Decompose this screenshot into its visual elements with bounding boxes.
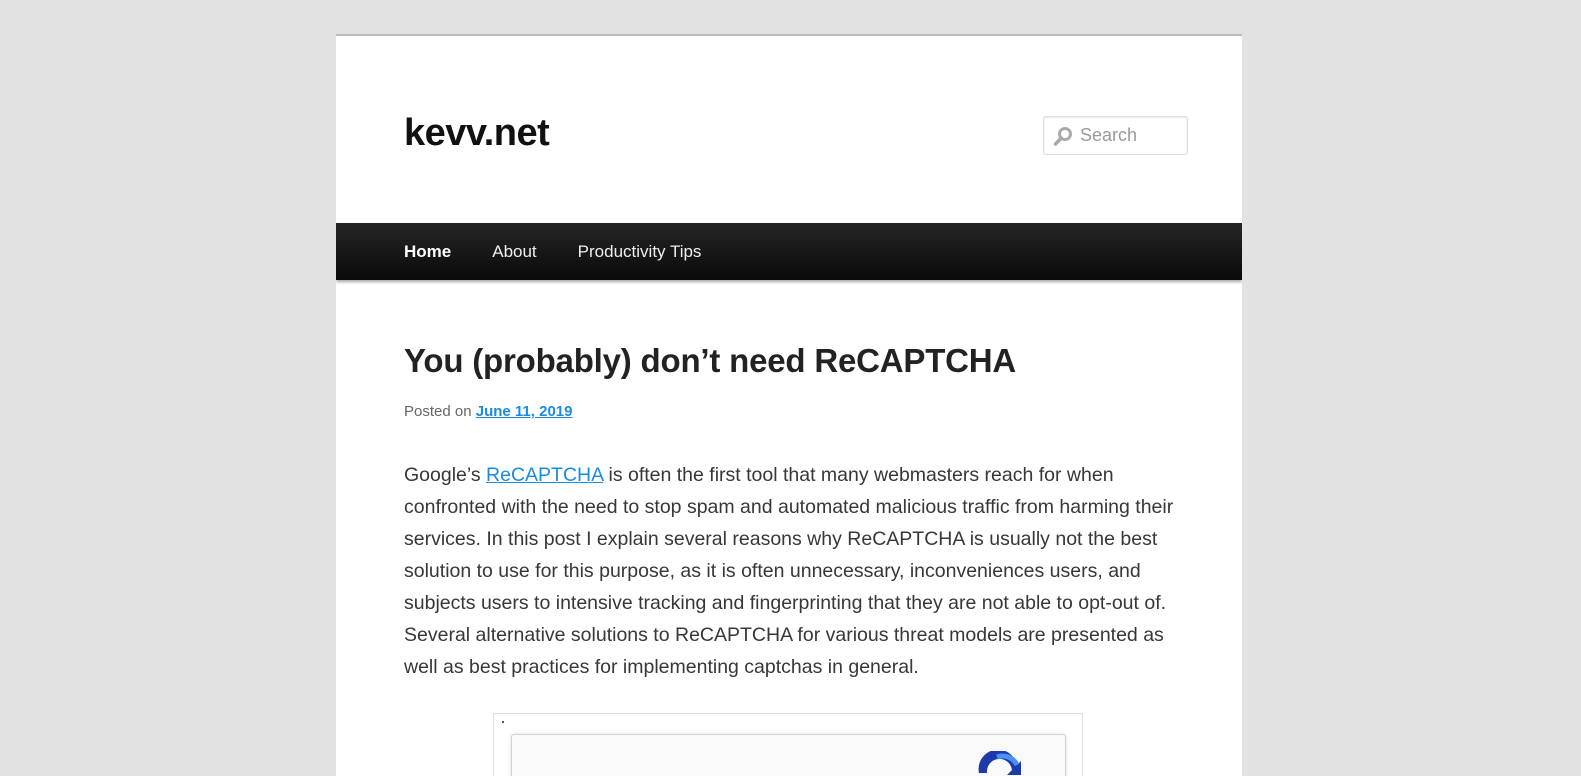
post-title[interactable]: You (probably) don’t need ReCAPTCHA [404,336,1174,386]
site-header: kevv.net [336,36,1242,223]
post-date-link[interactable]: June 11, 2019 [476,403,573,420]
recaptcha-widget-image [511,734,1066,776]
search-box[interactable] [1043,116,1188,155]
posted-on-label: Posted on [404,403,472,420]
page-container: kevv.net Home About Productivity Tips Yo… [336,34,1242,776]
main-navigation: Home About Productivity Tips [336,223,1242,280]
intro-text-start: Google’s [404,464,487,486]
nav-item-about[interactable]: About [479,223,549,280]
recaptcha-link[interactable]: ReCAPTCHA [486,464,603,486]
nav-item-productivity-tips[interactable]: Productivity Tips [565,223,715,280]
post-intro-paragraph: Google’s ReCAPTCHA is often the first to… [404,459,1174,683]
search-icon [1053,127,1072,146]
recaptcha-logo-icon [978,751,1021,775]
post-image-frame [493,713,1083,776]
post-article: You (probably) don’t need ReCAPTCHA Post… [404,336,1174,703]
intro-text-rest: is often the first tool that many webmas… [404,464,1174,678]
search-input[interactable] [1080,117,1184,154]
image-corner-dot [502,721,504,723]
site-title[interactable]: kevv.net [404,110,550,156]
post-meta: Posted on June 11, 2019 [404,402,1174,422]
nav-item-home[interactable]: Home [391,223,464,280]
